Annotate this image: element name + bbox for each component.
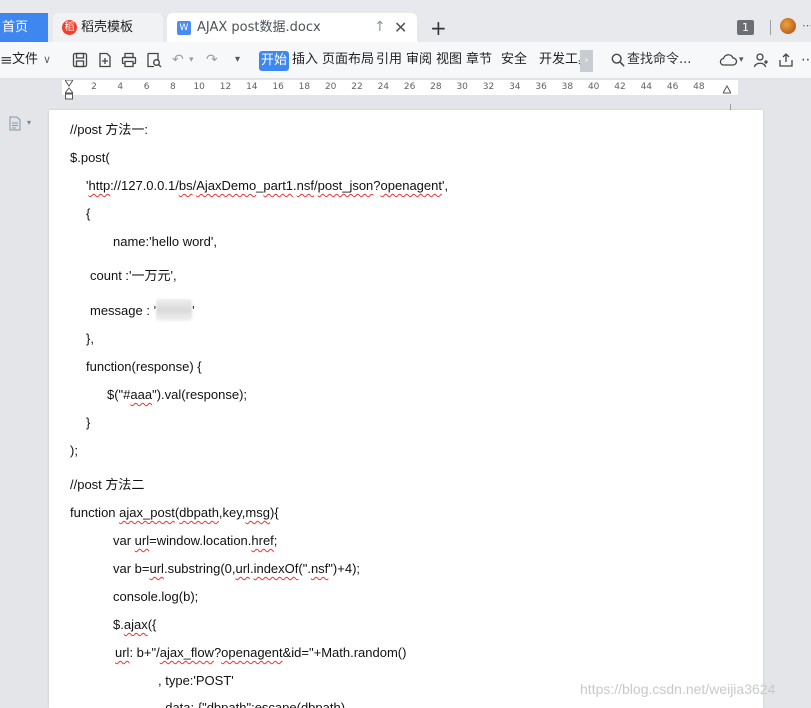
code-line-3: 'http://127.0.0.1/bs/AjaxDemo_part1.nsf/… xyxy=(86,178,449,193)
upload-arrow-icon[interactable]: ↑ xyxy=(374,13,386,42)
ruler-tick-label: 30 xyxy=(456,82,468,92)
tab-bar: 首页 稻 稻壳模板 W AJAX post数据.docx ↑ ✕ + 1 ⋯ xyxy=(0,0,811,42)
ruler-tick-label: 28 xyxy=(430,82,442,92)
indent-marker-icon[interactable] xyxy=(65,80,73,100)
code-line-15: var url=window.location.href; xyxy=(113,533,278,548)
ruler-tick-label: 46 xyxy=(666,82,679,92)
file-menu[interactable]: 文件 xyxy=(12,42,38,78)
ruler-tick-label: 16 xyxy=(272,82,284,92)
code-line-5: name:'hello word', xyxy=(113,234,217,249)
tab-view[interactable]: 视图 xyxy=(436,42,462,78)
ruler-tick-label: 20 xyxy=(324,82,337,92)
cloud-icon[interactable] xyxy=(718,52,738,68)
ruler-tick-label: 24 xyxy=(377,82,390,92)
word-doc-icon: W xyxy=(177,21,191,35)
ruler-tick-label: 4 xyxy=(117,82,124,92)
ruler-tick-label: 26 xyxy=(403,82,416,92)
tab-template[interactable]: 稻 稻壳模板 xyxy=(53,13,163,42)
tab-references[interactable]: 引用 xyxy=(376,42,402,78)
code-line-19: url: b+"/ajax_flow?openagent&id="+Math.r… xyxy=(115,645,407,660)
undo-chevron-icon[interactable]: ▾ xyxy=(189,42,194,78)
redo-icon[interactable]: ↷ xyxy=(206,42,218,78)
ruler-tick-label: 38 xyxy=(561,82,574,92)
code-line-16: var b=url.substring(0,url.indexOf(".nsf"… xyxy=(113,561,361,576)
tab-security[interactable]: 安全 xyxy=(501,42,527,78)
command-search-input[interactable]: 查找命令... xyxy=(627,42,691,78)
code-line-17: console.log(b); xyxy=(113,589,199,604)
docer-logo-icon: 稻 xyxy=(62,20,77,35)
code-line-2: $.post( xyxy=(70,150,110,165)
ruler-tick-label: 40 xyxy=(587,82,600,92)
close-tab-icon[interactable]: ✕ xyxy=(394,13,407,42)
tab-chapter[interactable]: 章节 xyxy=(466,42,492,78)
tab-template-label: 稻壳模板 xyxy=(81,20,134,35)
code-line-10: $("#aaa").val(response); xyxy=(107,387,248,402)
code-line-7: message : ' ' xyxy=(90,299,195,321)
ruler-tick-label: 2 xyxy=(91,82,97,92)
tab-start[interactable]: 开始 xyxy=(259,51,289,71)
ruler-tick-label: 14 xyxy=(246,82,258,92)
ribbon-more-icon[interactable]: ⋯ xyxy=(801,42,811,78)
code-line-21: , data: {"dbpath":escape(dbpath) xyxy=(158,700,346,708)
tab-document-label: AJAX post数据.docx xyxy=(197,20,321,35)
export-pdf-icon[interactable] xyxy=(97,52,113,68)
ruler-tick-label: 12 xyxy=(219,82,232,92)
ruler-tick-label: 6 xyxy=(143,82,150,92)
navigation-chevron-icon[interactable]: ▾ xyxy=(27,118,31,127)
tab-review[interactable]: 审阅 xyxy=(406,42,432,78)
window-count-badge[interactable]: 1 xyxy=(737,20,754,35)
cloud-chevron-icon[interactable]: ▾ xyxy=(739,42,744,78)
tab-insert[interactable]: 插入 xyxy=(292,42,318,78)
right-indent-marker-icon[interactable] xyxy=(723,80,731,96)
undo-icon[interactable]: ↶ xyxy=(172,42,184,78)
user-avatar[interactable] xyxy=(780,18,796,34)
code-line-8: }, xyxy=(86,331,94,346)
save-icon[interactable] xyxy=(72,52,88,68)
tab-home[interactable]: 首页 xyxy=(0,13,48,42)
code-line-9: function(response) { xyxy=(86,359,202,374)
share-user-icon[interactable] xyxy=(753,52,769,68)
code-line-1: //post 方法一: xyxy=(70,122,149,137)
ruler-tick-label: 42 xyxy=(614,82,626,92)
blog-watermark: https://blog.csdn.net/weijia3624 xyxy=(580,681,776,697)
document-page[interactable]: //post 方法一: $.post( 'http://127.0.0.1/bs… xyxy=(49,110,763,708)
code-line-20: , type:'POST' xyxy=(158,673,234,688)
navigation-pane-icon[interactable] xyxy=(9,116,21,131)
tab-page-layout[interactable]: 页面布局 xyxy=(322,42,374,78)
ribbon: ≡ 文件 ∨ ↶ ▾ ↷ ▾ 开始 插入 页面布局 引用 审阅 视图 章节 安全… xyxy=(0,42,811,79)
code-line-13: //post 方法二 xyxy=(70,477,145,492)
share-icon[interactable] xyxy=(778,52,794,68)
code-line-11: } xyxy=(86,415,91,430)
print-icon[interactable] xyxy=(121,52,137,68)
print-preview-icon[interactable] xyxy=(146,52,162,68)
more-icon[interactable]: ⋯ xyxy=(802,19,811,32)
redacted-blur xyxy=(156,299,193,321)
horizontal-ruler[interactable]: 2 4 6 8 10 12 14 16 18 20 22 24 26 28 30 32 34 36 38 40 42 44… xyxy=(62,80,738,95)
search-icon[interactable] xyxy=(611,53,625,67)
ruler-tick-label: 34 xyxy=(509,82,521,92)
code-line-18: $.ajax({ xyxy=(113,617,157,632)
ribbon-scroll-right[interactable]: › xyxy=(580,50,593,72)
ruler-tick-label: 48 xyxy=(693,82,705,92)
code-line-14: function ajax_post(dbpath,key,msg){ xyxy=(70,505,279,520)
ruler-tick-label: 22 xyxy=(351,82,363,92)
tab-developer[interactable]: 开发工具 xyxy=(539,42,580,78)
ruler-tick-label: 36 xyxy=(535,82,547,92)
tab-document[interactable]: W AJAX post数据.docx ↑ ✕ xyxy=(167,13,417,42)
quick-access-chevron-icon[interactable]: ▾ xyxy=(235,42,240,78)
toolbar-divider xyxy=(770,20,771,35)
code-line-12: ); xyxy=(70,443,78,458)
code-line-6: count :'一万元', xyxy=(90,268,177,283)
ruler-tick-label: 44 xyxy=(640,82,653,92)
ruler-tick-label: 10 xyxy=(193,82,205,92)
code-line-4: { xyxy=(86,206,91,221)
ruler-tick-label: 32 xyxy=(482,82,495,92)
ruler-tick-label: 18 xyxy=(298,82,311,92)
menu-icon[interactable]: ≡ xyxy=(0,42,13,78)
tab-home-label: 首页 xyxy=(2,20,29,35)
ruler-tick-label: 8 xyxy=(170,82,176,92)
file-chevron-icon[interactable]: ∨ xyxy=(43,42,51,78)
new-tab-button[interactable]: + xyxy=(430,14,447,42)
